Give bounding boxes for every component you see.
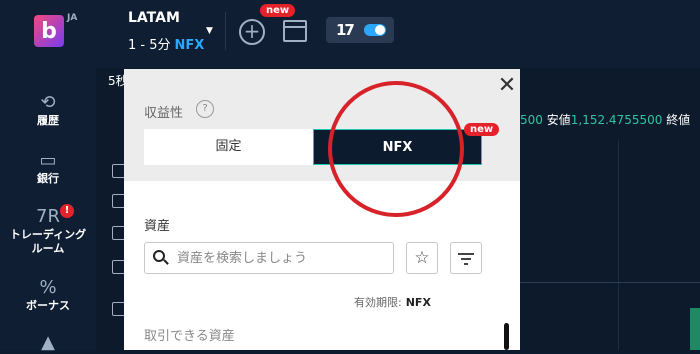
sidebar-item-label: 銀行: [37, 172, 59, 185]
expiry-label: 有効期限:: [354, 296, 402, 309]
panel-scrollbar[interactable]: [504, 323, 509, 350]
sidebar-item-label: 履歴: [37, 114, 59, 127]
trading-room-label-line1: トレーディング: [9, 228, 87, 241]
timeframe-label: 1 - 5分: [128, 38, 171, 53]
price-line: [520, 282, 700, 283]
assets-title: 資産: [144, 219, 171, 234]
left-sidebar: ⟲ 履歴 ▭ 銀行 7R ! トレーディング ルーム % ボーナス ▲: [0, 68, 96, 353]
filter-icon: [458, 253, 474, 255]
sidebar-item-trading-room[interactable]: 7R ! トレーディング ルーム: [0, 204, 96, 256]
close-label: 終値: [666, 113, 691, 127]
brand-logo[interactable]: b: [34, 15, 64, 47]
nfx-new-badge: new: [464, 123, 500, 136]
layout-window-icon[interactable]: [283, 20, 307, 42]
filter-icon-line: [464, 263, 468, 265]
profitability-title: 収益性: [144, 106, 184, 121]
ohlc-stats: 500 安値1,152.4755500 終値: [520, 111, 690, 128]
tradingview-logo-icon: 17: [336, 21, 355, 39]
top-bar: b JA LATAM 1 - 5分 NFX ▼ + new 17: [0, 0, 700, 68]
percent-icon: %: [39, 277, 57, 298]
toggle-switch[interactable]: [364, 24, 386, 36]
expiry-info: 有効期限: NFX: [354, 294, 431, 310]
alert-badge: !: [60, 204, 74, 218]
sidebar-item-bank[interactable]: ▭ 銀行: [0, 150, 96, 186]
candle-bar: [690, 308, 700, 350]
sidebar-item-history[interactable]: ⟲ 履歴: [0, 92, 96, 128]
history-icon: ⟲: [40, 92, 56, 113]
asset-timeframe[interactable]: 1 - 5分 NFX: [128, 34, 204, 53]
sidebar-item-label: ボーナス: [26, 299, 70, 312]
new-badge: new: [260, 4, 296, 17]
low-label: 安値: [546, 113, 571, 127]
asset-dropdown-icon[interactable]: ▼: [206, 26, 213, 36]
divider: [225, 12, 226, 50]
help-icon[interactable]: ?: [196, 100, 214, 118]
annotation-circle: [328, 81, 464, 217]
asset-selector-panel: 収益性 ? 固定 NFX new 資産 ☆ 有効期限:NFX 取引できる資産: [124, 69, 520, 350]
wallet-icon: ▭: [39, 150, 57, 171]
filter-icon-line: [461, 258, 471, 260]
segment-fixed[interactable]: 固定: [144, 129, 313, 165]
filter-button[interactable]: [450, 242, 482, 274]
asset-search-input[interactable]: [177, 249, 387, 267]
favorites-star-button[interactable]: ☆: [406, 242, 438, 274]
asset-search-box[interactable]: [144, 242, 394, 274]
sidebar-item-bonus[interactable]: % ボーナス: [0, 277, 96, 313]
tradingview-toggle-button[interactable]: 17: [326, 17, 394, 43]
prev-stat-value: 500: [520, 113, 543, 127]
low-value: 1,152.4755500: [570, 113, 663, 127]
logo-letter: b: [41, 18, 57, 44]
trading-room-icon: 7R: [36, 206, 60, 227]
expiry-value: NFX: [405, 296, 431, 309]
sidebar-item-education[interactable]: ▲: [0, 332, 96, 354]
add-asset-button[interactable]: +: [239, 19, 265, 45]
close-icon[interactable]: ✕: [497, 75, 517, 97]
asset-name[interactable]: LATAM: [128, 10, 180, 26]
trading-room-label-line2: ルーム: [31, 242, 65, 255]
tradeable-assets-title: 取引できる資産: [144, 329, 235, 344]
graduation-cap-icon: ▲: [41, 332, 55, 353]
asset-mode-label: NFX: [174, 38, 205, 53]
sidebar-item-label: トレーディング ルーム: [0, 228, 96, 256]
chart-gridline: [618, 140, 619, 350]
search-icon: [153, 250, 165, 262]
language-indicator[interactable]: JA: [67, 13, 77, 23]
